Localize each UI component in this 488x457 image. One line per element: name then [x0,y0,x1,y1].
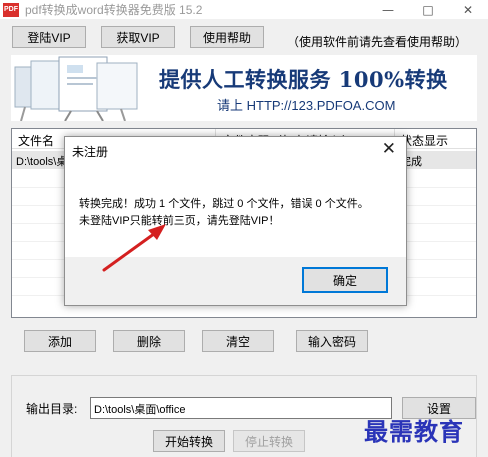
unregistered-dialog[interactable]: 未注册 ✕ 转换完成！成功 1 个文件，跳过 0 个文件，错误 0 个文件。 未… [64,136,407,306]
window-title: pdf转换成word转换器免费版 15.2 [25,3,203,17]
add-button[interactable]: 添加 [24,330,96,352]
delete-button[interactable]: 删除 [113,330,185,352]
cell-filename: D:\tools\桌 [16,156,68,168]
dialog-body: 转换完成！成功 1 个文件，跳过 0 个文件，错误 0 个文件。 未登陆VIP只… [65,167,406,257]
column-header-filename[interactable]: 文件名 [18,132,54,149]
banner-url: 请上 HTTP://123.PDFOA.COM [217,98,396,113]
enter-password-button[interactable]: 输入密码 [296,330,368,352]
watermark-text: 最需教育 [364,417,464,446]
ok-button[interactable]: 确定 [302,267,388,293]
banner-headline: 提供人工转换服务 100%转换 [159,67,448,92]
window-controls: — □ ✕ [368,0,488,19]
dialog-title: 未注册 [72,145,109,159]
output-dir-input[interactable]: D:\tools\桌面\office [90,397,392,419]
help-button[interactable]: 使用帮助 [190,26,264,48]
clear-button[interactable]: 清空 [202,330,274,352]
get-vip-button[interactable]: 获取VIP [101,26,175,48]
login-vip-button[interactable]: 登陆VIP [12,26,86,48]
whiteboard-graphic [11,55,149,121]
output-dir-label: 输出目录: [26,402,78,416]
title-bar: PDF pdf转换成word转换器免费版 15.2 — □ ✕ [0,0,488,19]
maximize-icon[interactable]: □ [408,0,448,19]
pdf-app-icon: PDF [3,2,19,17]
service-banner[interactable]: 提供人工转换服务 100%转换 请上 HTTP://123.PDFOA.COM [11,55,477,121]
column-header-status[interactable]: 状态显示 [400,132,448,149]
help-hint-text: （使用软件前请先查看使用帮助） [287,35,468,49]
dialog-footer: 确定 [65,257,406,305]
app-window: PDF pdf转换成word转换器免费版 15.2 — □ ✕ 登陆VIP 获取… [0,0,488,457]
start-convert-button[interactable]: 开始转换 [153,430,225,452]
dialog-message-vip: 未登陆VIP只能转前三页，请先登陆VIP！ [79,215,280,227]
minimize-icon[interactable]: — [368,0,408,19]
dialog-message-result: 转换完成！成功 1 个文件，跳过 0 个文件，错误 0 个文件。 [79,198,369,210]
close-icon[interactable]: ✕ [448,0,488,19]
stop-convert-button: 停止转换 [233,430,305,452]
close-icon[interactable]: ✕ [382,139,396,159]
